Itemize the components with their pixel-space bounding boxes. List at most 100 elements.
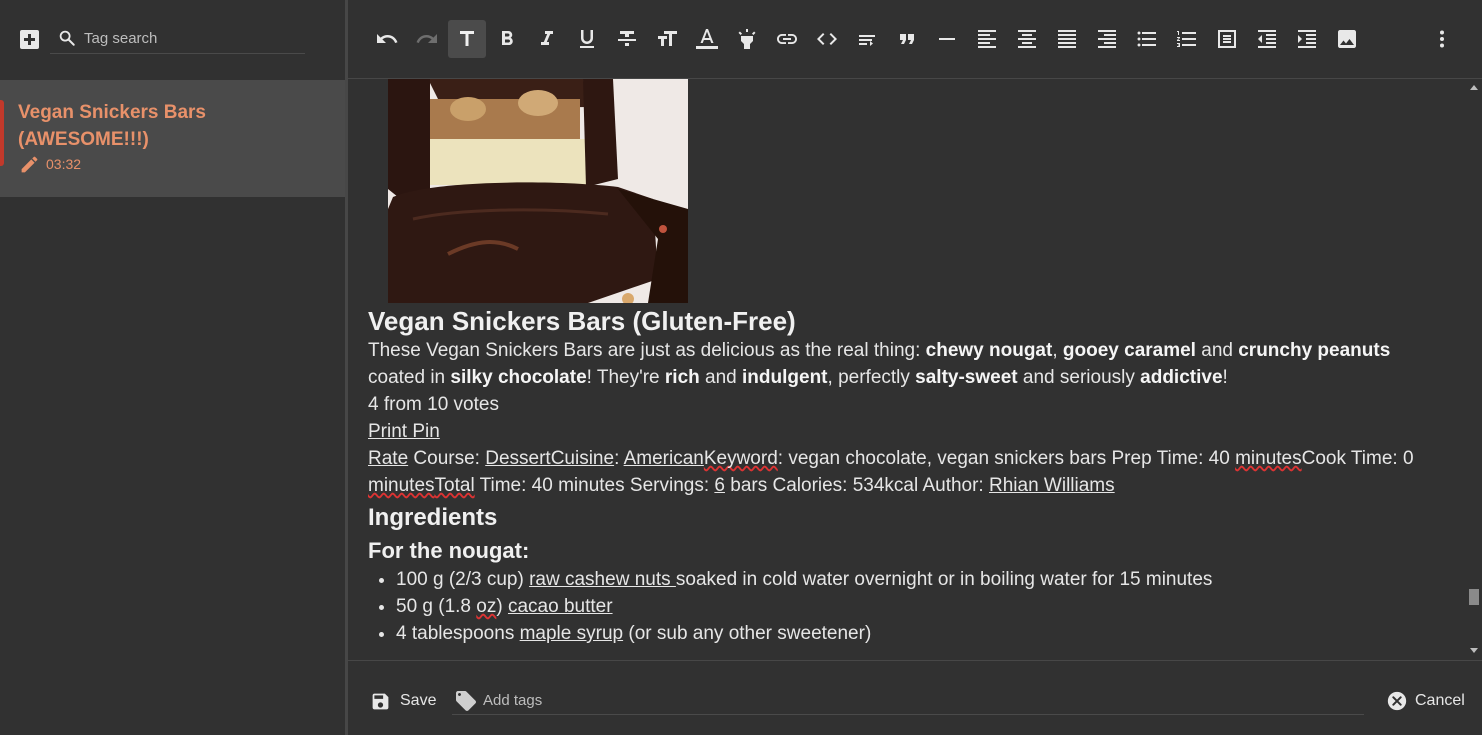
strikethrough-icon — [618, 31, 636, 46]
editor-footer: Save Cancel — [348, 660, 1482, 735]
recipe-rating: 4 from 10 votes — [368, 394, 499, 415]
save-button[interactable]: Save — [370, 689, 436, 713]
strikethrough-button[interactable] — [608, 20, 646, 58]
tag-search — [50, 26, 305, 54]
text-color-button[interactable] — [688, 20, 726, 58]
cuisine-link[interactable]: American — [624, 448, 704, 469]
ingredient-link[interactable]: maple syrup — [520, 623, 624, 644]
code-icon — [817, 33, 837, 45]
undo-button[interactable] — [368, 20, 406, 58]
print-pin-link[interactable]: Print Pin — [368, 421, 440, 442]
align-left-button[interactable] — [968, 20, 1006, 58]
align-right-button[interactable] — [1088, 20, 1126, 58]
outdent-button[interactable] — [1248, 20, 1286, 58]
text-format-icon — [460, 31, 474, 46]
recipe-image — [388, 79, 688, 303]
sidebar: Vegan Snickers Bars (AWESOME!!!) 03:32 — [0, 0, 345, 735]
checklist-button[interactable] — [1208, 20, 1246, 58]
recipe-heading: Vegan Snickers Bars (Gluten-Free) — [368, 306, 796, 336]
more-options-button[interactable] — [1423, 20, 1461, 58]
add-note-button[interactable] — [20, 30, 39, 49]
underline-icon — [580, 30, 594, 48]
author-link[interactable]: Rhian Williams — [989, 475, 1115, 496]
align-justify-button[interactable] — [1048, 20, 1086, 58]
snickers-bar-image — [388, 79, 688, 303]
active-note-indicator — [0, 100, 4, 166]
ingredient-link[interactable]: raw cashew nuts — [529, 569, 676, 590]
checklist-icon — [1218, 30, 1236, 48]
redo-button[interactable] — [408, 20, 446, 58]
ingredient-link[interactable]: cacao butter — [508, 596, 613, 617]
align-left-icon — [978, 30, 996, 48]
ingredients-heading: Ingredients — [368, 504, 498, 531]
add-tags-field — [452, 687, 1364, 715]
keyword-label: Keyword — [703, 448, 778, 469]
italic-button[interactable] — [528, 20, 566, 58]
course-link[interactable]: Dessert — [485, 448, 550, 469]
cancel-button[interactable]: Cancel — [1386, 689, 1465, 713]
save-icon — [372, 693, 389, 709]
list-item: 50 g (1.8 oz) cacao butter — [396, 593, 1448, 620]
wrap-text-icon — [859, 35, 875, 46]
link-button[interactable] — [768, 20, 806, 58]
align-center-icon — [1018, 30, 1036, 48]
code-button[interactable] — [808, 20, 846, 58]
indent-button[interactable] — [1288, 20, 1326, 58]
outdent-icon — [1258, 30, 1276, 48]
ingredient-list: 100 g (2/3 cup) raw cashew nuts soaked i… — [368, 566, 1448, 647]
indent-icon — [1298, 30, 1316, 48]
text-size-button[interactable] — [648, 20, 686, 58]
image-icon — [1338, 30, 1356, 48]
cuisine-label: Cuisine — [550, 448, 615, 469]
note-editor[interactable]: Vegan Snickers Bars (Gluten-Free) These … — [348, 79, 1466, 659]
insert-image-button[interactable] — [1328, 20, 1366, 58]
more-vertical-icon — [1440, 30, 1444, 48]
save-label: Save — [400, 692, 437, 709]
note-title: Vegan Snickers Bars (AWESOME!!!) — [18, 102, 206, 150]
blockquote-button[interactable] — [888, 20, 926, 58]
note-content: Vegan Snickers Bars (Gluten-Free) These … — [368, 305, 1448, 647]
align-justify-icon — [1058, 30, 1076, 48]
text-format-button[interactable] — [448, 20, 486, 58]
pencil-icon — [21, 156, 38, 172]
scroll-up-arrow[interactable] — [1470, 85, 1478, 90]
note-list-item[interactable]: Vegan Snickers Bars (AWESOME!!!) 03:32 — [0, 80, 345, 197]
wrap-text-button[interactable] — [848, 20, 886, 58]
undo-icon — [377, 34, 398, 43]
rate-link[interactable]: Rate — [368, 448, 408, 469]
cancel-label: Cancel — [1415, 692, 1465, 709]
print-pin-line: Print Pin — [368, 418, 1448, 445]
editor-scrollbar[interactable] — [1466, 79, 1482, 659]
scrollbar-thumb[interactable] — [1469, 589, 1479, 605]
underline-button[interactable] — [568, 20, 606, 58]
bulleted-list-button[interactable] — [1128, 20, 1166, 58]
bulleted-list-icon — [1137, 31, 1156, 47]
tag-search-input[interactable] — [84, 28, 294, 48]
sidebar-header — [0, 0, 345, 78]
list-item: 100 g (2/3 cup) raw cashew nuts soaked i… — [396, 566, 1448, 593]
redo-icon — [416, 34, 437, 43]
note-time: 03:32 — [46, 156, 82, 172]
numbered-list-icon — [1177, 31, 1196, 47]
link-icon — [777, 34, 797, 44]
tag-icon — [456, 691, 476, 711]
nougat-heading: For the nougat: — [368, 538, 530, 563]
italic-icon — [541, 31, 553, 45]
align-right-icon — [1098, 30, 1116, 48]
servings-link[interactable]: 6 — [714, 475, 725, 496]
horizontal-rule-button[interactable] — [928, 20, 966, 58]
text-color-icon — [696, 29, 718, 49]
bold-icon — [502, 31, 513, 45]
numbered-list-button[interactable] — [1168, 20, 1206, 58]
horizontal-rule-icon — [939, 38, 955, 40]
editor-toolbar — [348, 0, 1482, 79]
notes-app: Vegan Snickers Bars (AWESOME!!!) 03:32 — [0, 0, 1482, 735]
search-icon — [59, 30, 75, 46]
align-center-button[interactable] — [1008, 20, 1046, 58]
blockquote-icon — [900, 34, 914, 44]
add-tags-input[interactable] — [483, 690, 883, 710]
scroll-down-arrow[interactable] — [1470, 648, 1478, 653]
highlight-icon — [738, 29, 756, 49]
highlight-button[interactable] — [728, 20, 766, 58]
bold-button[interactable] — [488, 20, 526, 58]
